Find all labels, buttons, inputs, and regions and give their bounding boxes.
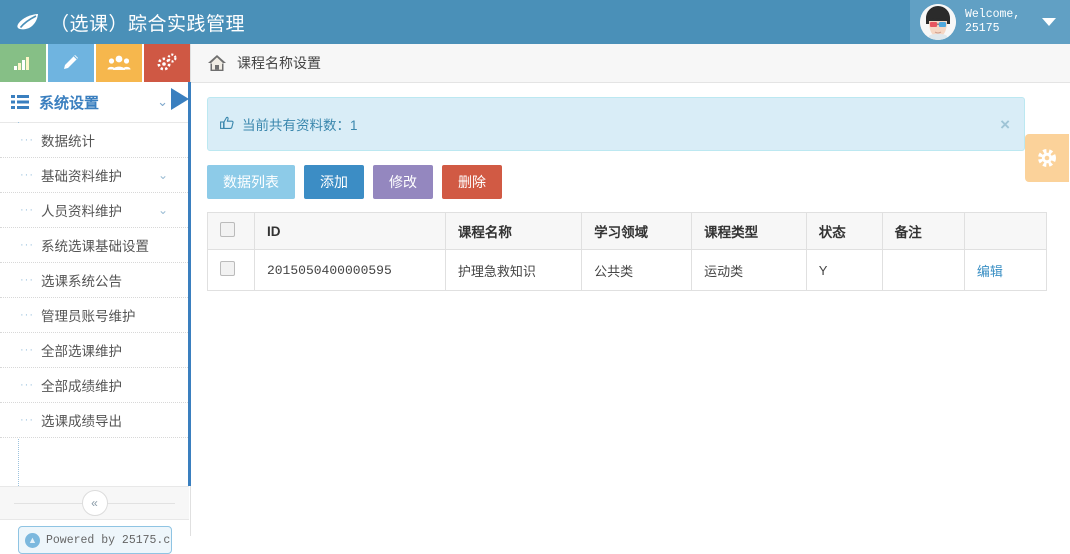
top-header: （选课）踪合实践管理 Welcome, 25175 [0, 0, 1070, 44]
tree-dash: ··· [20, 134, 34, 146]
settings-panel-toggle[interactable] [1025, 134, 1069, 182]
sidebar-item-all-course-maintenance[interactable]: ··· 全部选课维护 [0, 333, 190, 368]
settings-tile[interactable] [144, 44, 190, 82]
table-header-row: ID 课程名称 学习领域 课程类型 状态 备注 [207, 212, 1048, 250]
user-menu[interactable]: Welcome, 25175 [910, 0, 1070, 44]
tree-dash: ··· [20, 414, 34, 426]
cell-study-area: 公共类 [581, 249, 693, 291]
quick-tiles [0, 44, 190, 82]
table-row[interactable]: 2015050400000595 护理急救知识 公共类 运动类 Y 编辑 [207, 249, 1048, 291]
thumbs-up-icon [220, 116, 234, 133]
column-header-course-name[interactable]: 课程名称 [444, 212, 583, 250]
home-icon[interactable] [207, 54, 227, 72]
sidebar-item-course-announcement[interactable]: ··· 选课系统公告 [0, 263, 190, 298]
bar-chart-tile[interactable] [0, 44, 48, 82]
column-header-memo[interactable]: 备注 [881, 212, 965, 250]
add-button[interactable]: 添加 [304, 165, 364, 199]
row-checkbox[interactable] [220, 261, 235, 276]
sidebar-item-label: 系统选课基础设置 [41, 239, 149, 254]
welcome-text: Welcome, 25175 [965, 8, 1020, 36]
cell-status: Y [805, 249, 883, 291]
sidebar-item-personnel-data[interactable]: ··· 人员资料维护 ⌄ [0, 193, 190, 228]
powered-by-text: Powered by 25175.com [46, 533, 172, 547]
chevron-down-icon[interactable]: ⌄ [158, 203, 168, 217]
sidebar-item-label: 全部成绩维护 [41, 379, 122, 394]
tree-dash: ··· [20, 274, 34, 286]
select-all-checkbox[interactable] [220, 222, 235, 237]
sidebar-item-course-basic-settings[interactable]: ··· 系统选课基础设置 [0, 228, 190, 263]
select-all-header [207, 212, 255, 250]
tree-dash: ··· [20, 344, 34, 356]
tree-dash: ··· [20, 169, 34, 181]
welcome-line-2: 25175 [965, 22, 1000, 35]
column-header-status[interactable]: 状态 [805, 212, 883, 250]
tree-dash: ··· [20, 309, 34, 321]
sidebar-active-pointer [171, 88, 189, 110]
row-select-cell [207, 249, 255, 291]
edit-tile[interactable] [48, 44, 96, 82]
cell-id: 2015050400000595 [253, 249, 446, 291]
sidebar-item-label: 数据统计 [41, 134, 95, 149]
sidebar-item-grade-export[interactable]: ··· 选课成绩导出 [0, 403, 190, 438]
tree-dash: ··· [20, 379, 34, 391]
sidebar-item-all-grade-maintenance[interactable]: ··· 全部成绩维护 [0, 368, 190, 403]
sidebar-section-label: 系统设置 [39, 94, 100, 112]
cell-course-name: 护理急救知识 [444, 249, 583, 291]
circle-logo-icon: ▲ [25, 532, 40, 548]
caret-down-icon[interactable] [1042, 18, 1056, 26]
sidebar-menu-list: ··· 数据统计 ··· 基础资料维护 ⌄ ··· 人员资料维护 ⌄ ··· 系… [0, 123, 190, 438]
sidebar-item-basic-data[interactable]: ··· 基础资料维护 ⌄ [0, 158, 190, 193]
course-table: ID 课程名称 学习领域 课程类型 状态 备注 2015050400000595… [207, 212, 1048, 291]
sidebar-item-label: 人员资料维护 [41, 204, 122, 219]
collapse-sidebar-button[interactable]: « [81, 490, 108, 516]
chevron-down-icon[interactable]: ⌄ [157, 94, 168, 110]
tree-dash: ··· [20, 239, 34, 251]
sidebar: 系统设置 ⌄ ··· 数据统计 ··· 基础资料维护 ⌄ ··· 人员资料维护 … [0, 44, 191, 554]
breadcrumb-text: 课程名称设置 [237, 55, 321, 71]
delete-button[interactable]: 删除 [442, 165, 502, 199]
tree-dash: ··· [20, 204, 34, 216]
breadcrumb: 课程名称设置 [191, 44, 1070, 83]
alert-text: 当前共有资料数：1 [242, 118, 358, 133]
welcome-line-1: Welcome, [965, 8, 1021, 21]
sidebar-item-data-stats[interactable]: ··· 数据统计 [0, 123, 190, 158]
info-alert: 当前共有资料数：1 × [207, 97, 1025, 151]
column-header-id[interactable]: ID [253, 212, 446, 250]
list-icon [10, 95, 30, 109]
avatar [920, 4, 956, 40]
main-content: 课程名称设置 当前共有资料数：1 × 数据列表 添加 修改 删除 ID 课程名称… [191, 44, 1070, 536]
sidebar-item-label: 全部选课维护 [41, 344, 122, 359]
gear-icon [1038, 149, 1056, 167]
column-header-study-area[interactable]: 学习领域 [581, 212, 693, 250]
app-title: （选课）踪合实践管理 [50, 13, 246, 35]
cell-action: 编辑 [963, 249, 1048, 291]
sidebar-item-admin-account[interactable]: ··· 管理员账号维护 [0, 298, 190, 333]
data-list-button[interactable]: 数据列表 [207, 165, 295, 199]
leaf-icon [14, 8, 42, 36]
action-toolbar: 数据列表 添加 修改 删除 [207, 165, 1070, 199]
edit-link[interactable]: 编辑 [977, 264, 1003, 279]
sidebar-collapse-row: « [0, 486, 189, 520]
modify-button[interactable]: 修改 [373, 165, 433, 199]
column-header-action [963, 212, 1048, 250]
close-icon[interactable]: × [1000, 116, 1010, 133]
column-header-course-type[interactable]: 课程类型 [691, 212, 807, 250]
cell-course-type: 运动类 [691, 249, 807, 291]
chevron-down-icon[interactable]: ⌄ [158, 168, 168, 182]
sidebar-section-system-settings[interactable]: 系统设置 ⌄ [0, 82, 190, 123]
users-tile[interactable] [96, 44, 144, 82]
sidebar-item-label: 选课成绩导出 [41, 414, 122, 429]
sidebar-item-label: 管理员账号维护 [41, 309, 136, 324]
sidebar-item-label: 基础资料维护 [41, 169, 122, 184]
cell-memo [881, 249, 965, 291]
sidebar-item-label: 选课系统公告 [41, 274, 122, 289]
powered-by-badge[interactable]: ▲ Powered by 25175.com [18, 526, 172, 554]
